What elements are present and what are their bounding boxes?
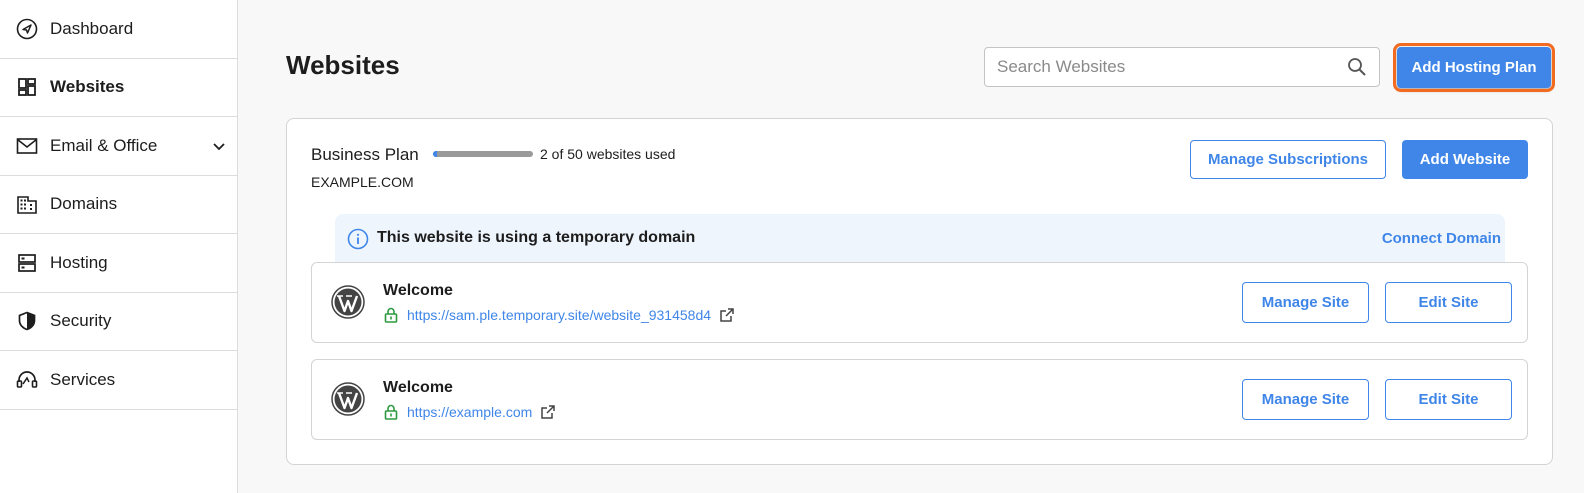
plan-domain: EXAMPLE.COM [311,174,414,190]
connect-domain-link[interactable]: Connect Domain [1382,230,1501,247]
search-icon[interactable] [1347,57,1367,77]
sidebar-item-label: Dashboard [50,18,134,38]
sidebar-item-label: Email & Office [50,135,158,155]
usage-progress-bar [433,151,533,157]
plan-card: Business Plan 2 of 50 websites used EXAM… [286,118,1553,465]
sidebar-item-label: Websites [50,77,125,97]
wordpress-icon [331,382,365,416]
sidebar-item-label: Security [50,311,112,331]
external-link-icon[interactable] [540,404,556,420]
wordpress-icon [331,285,365,319]
banner-text: This website is using a temporary domain [377,229,696,246]
sidebar-item-email-office[interactable]: Email & Office [0,117,237,176]
mail-icon [16,135,38,157]
add-hosting-plan-button[interactable]: Add Hosting Plan [1393,43,1555,92]
manage-site-button[interactable]: Manage Site [1242,282,1369,323]
sidebar-item-label: Hosting [50,252,108,272]
site-url-row: https://sam.ple.temporary.site/website_9… [383,307,735,323]
manage-site-button[interactable]: Manage Site [1242,379,1369,420]
lock-icon [383,307,399,323]
edit-site-button[interactable]: Edit Site [1385,379,1512,420]
grid-icon [16,76,38,98]
sidebar-item-services[interactable]: Services [0,351,237,410]
usage-progress-fill [433,151,437,157]
main-content: Websites Add Hosting Plan Business Plan … [238,0,1584,493]
sidebar-item-label: Services [50,369,116,389]
temporary-domain-banner: This website is using a temporary domain… [335,214,1505,266]
site-url-link[interactable]: https://sam.ple.temporary.site/website_9… [407,307,711,323]
headset-icon [16,369,38,391]
search-input[interactable] [997,57,1347,77]
add-website-button[interactable]: Add Website [1402,140,1528,179]
site-row: Welcome https://sam.ple.temporary.site/w… [311,262,1528,343]
site-url-row: https://example.com [383,404,556,420]
sidebar-item-websites[interactable]: Websites [0,59,237,117]
edit-site-button[interactable]: Edit Site [1385,282,1512,323]
search-box [984,47,1380,87]
compass-icon [16,18,38,40]
usage-text: 2 of 50 websites used [540,146,676,162]
site-row: Welcome https://example.com Manage Site … [311,359,1528,440]
sidebar-item-label: Domains [50,194,118,214]
building-icon [16,193,38,215]
chevron-down-icon[interactable] [211,138,227,154]
external-link-icon[interactable] [719,307,735,323]
sidebar: Dashboard Websites Email & Office Domain… [0,0,238,493]
lock-icon [383,404,399,420]
site-url-link[interactable]: https://example.com [407,404,532,420]
server-icon [16,252,38,274]
sidebar-item-dashboard[interactable]: Dashboard [0,0,237,59]
sidebar-item-security[interactable]: Security [0,293,237,351]
site-name: Welcome [383,282,453,299]
manage-subscriptions-button[interactable]: Manage Subscriptions [1190,140,1386,179]
sidebar-item-domains[interactable]: Domains [0,176,237,234]
page-title: Websites [286,50,400,80]
sidebar-item-hosting[interactable]: Hosting [0,234,237,293]
info-icon [347,228,369,250]
plan-name: Business Plan [311,145,419,164]
shield-icon [16,310,38,332]
site-name: Welcome [383,379,453,396]
